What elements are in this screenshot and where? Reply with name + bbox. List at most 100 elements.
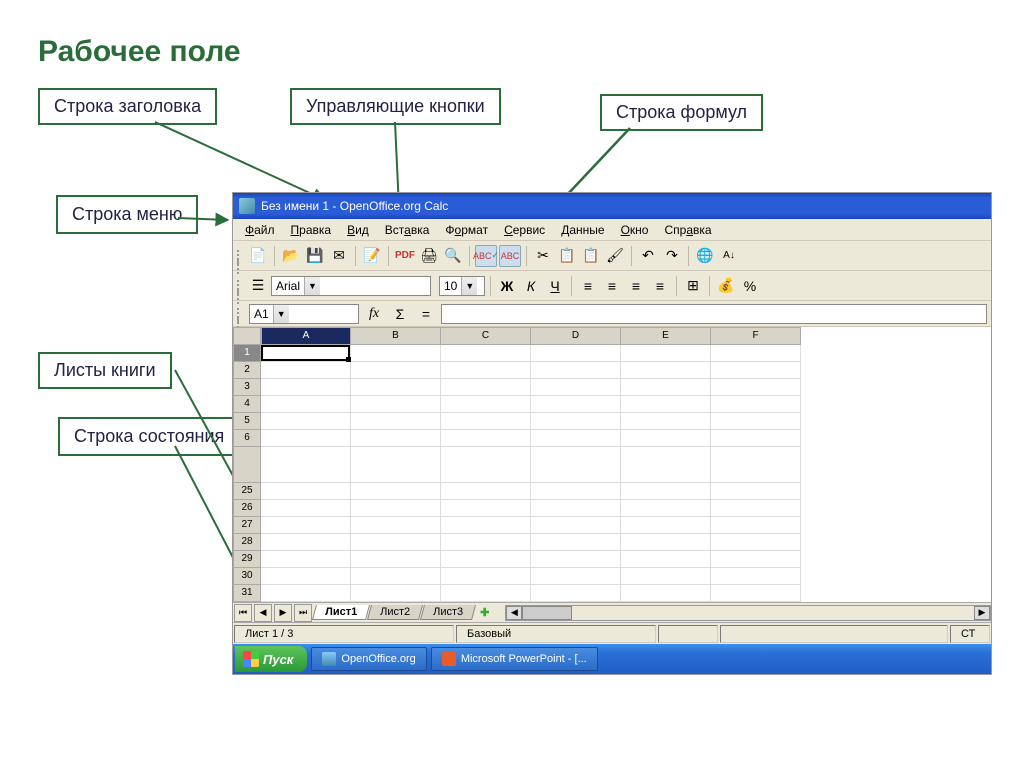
autospell-button[interactable]: ABC — [499, 245, 521, 267]
label-formula-bar: Строка формул — [600, 94, 763, 131]
sheet-tab[interactable]: Лист3 — [420, 605, 476, 620]
font-name-dropdown[interactable]: Arial ▼ — [271, 276, 431, 296]
open-button[interactable]: 📂 — [280, 245, 302, 267]
window-title: Без имени 1 - OpenOffice.org Calc — [261, 199, 448, 213]
label-titlebar: Строка заголовка — [38, 88, 217, 125]
app-window: Без имени 1 - OpenOffice.org Calc Файл П… — [232, 192, 992, 675]
status-empty — [658, 625, 718, 643]
scroll-thumb[interactable] — [522, 606, 572, 620]
sort-button[interactable]: A↓ — [718, 245, 740, 267]
status-mode: Базовый — [456, 625, 656, 643]
title-bar[interactable]: Без имени 1 - OpenOffice.org Calc — [233, 193, 991, 219]
row-header[interactable]: 27 — [233, 517, 261, 534]
paste-button[interactable]: 📋 — [580, 245, 602, 267]
align-right-button[interactable]: ≡ — [625, 275, 647, 297]
toolbar-grip-icon[interactable] — [237, 246, 243, 266]
tab-last-button[interactable]: ⏭ — [294, 604, 312, 622]
menu-tools[interactable]: Сервис — [496, 221, 553, 239]
fill-handle-icon[interactable] — [346, 357, 351, 362]
row-header[interactable]: 29 — [233, 551, 261, 568]
menu-help[interactable]: Справка — [656, 221, 719, 239]
font-size-dropdown[interactable]: 10 ▼ — [439, 276, 485, 296]
select-all-corner[interactable] — [233, 327, 261, 345]
menu-file[interactable]: Файл — [237, 221, 283, 239]
edit-button[interactable]: 📝 — [361, 245, 383, 267]
menu-data[interactable]: Данные — [553, 221, 612, 239]
name-box[interactable]: A1 ▼ — [249, 304, 359, 324]
undo-button[interactable]: ↶ — [637, 245, 659, 267]
column-header[interactable]: E — [621, 327, 711, 345]
taskbar: Пуск OpenOffice.org Microsoft PowerPoint… — [233, 644, 991, 674]
preview-button[interactable]: 🔍 — [442, 245, 464, 267]
redo-button[interactable]: ↷ — [661, 245, 683, 267]
formula-input[interactable] — [441, 304, 987, 324]
toolbar-grip-icon[interactable] — [237, 276, 243, 296]
row-header[interactable]: 2 — [233, 362, 261, 379]
row-header[interactable]: 31 — [233, 585, 261, 602]
save-button[interactable]: 💾 — [304, 245, 326, 267]
menu-edit[interactable]: Правка — [283, 221, 340, 239]
row-header[interactable]: 26 — [233, 500, 261, 517]
merge-cells-button[interactable]: ⊞ — [682, 275, 704, 297]
start-button[interactable]: Пуск — [235, 646, 307, 672]
format-paint-button[interactable]: 🖌 — [604, 245, 626, 267]
tab-next-button[interactable]: ▶ — [274, 604, 292, 622]
formatting-toolbar: ☰ Arial ▼ 10 ▼ Ж К Ч ≡ ≡ ≡ ≡ ⊞ 💰 % — [233, 271, 991, 301]
sheet-tab[interactable]: Лист1 — [312, 605, 370, 620]
menu-insert[interactable]: Вставка — [377, 221, 438, 239]
row-header[interactable]: 5 — [233, 413, 261, 430]
hyperlink-button[interactable]: 🌐 — [694, 245, 716, 267]
menu-bar: Файл Правка Вид Вставка Формат Сервис Да… — [233, 219, 991, 241]
cut-button[interactable]: ✂ — [532, 245, 554, 267]
sheet-tab[interactable]: Лист2 — [367, 605, 423, 620]
scroll-left-button[interactable]: ◀ — [506, 606, 522, 620]
scroll-right-button[interactable]: ▶ — [974, 606, 990, 620]
copy-button[interactable]: 📋 — [556, 245, 578, 267]
styles-button[interactable]: ☰ — [247, 275, 269, 297]
sum-button[interactable]: Σ — [389, 303, 411, 325]
underline-button[interactable]: Ч — [544, 275, 566, 297]
row-header[interactable]: 3 — [233, 379, 261, 396]
column-header[interactable]: D — [531, 327, 621, 345]
percent-button[interactable]: % — [739, 275, 761, 297]
row-header[interactable]: 30 — [233, 568, 261, 585]
status-bar: Лист 1 / 3 Базовый СТ — [233, 622, 991, 644]
spellcheck-button[interactable]: ABC✓ — [475, 245, 497, 267]
add-sheet-button[interactable]: ✚ — [474, 606, 495, 619]
label-status-bar: Строка состояния — [58, 417, 240, 456]
row-header[interactable]: 4 — [233, 396, 261, 413]
toolbar-grip-icon[interactable] — [237, 304, 243, 324]
equals-button[interactable]: = — [415, 303, 437, 325]
row-header[interactable]: 28 — [233, 534, 261, 551]
tab-first-button[interactable]: ⏮ — [234, 604, 252, 622]
horizontal-scrollbar[interactable]: ◀ ▶ — [505, 605, 991, 621]
bold-button[interactable]: Ж — [496, 275, 518, 297]
menu-view[interactable]: Вид — [339, 221, 377, 239]
pdf-button[interactable]: PDF — [394, 245, 416, 267]
tab-prev-button[interactable]: ◀ — [254, 604, 272, 622]
print-button[interactable]: 🖨 — [418, 245, 440, 267]
align-center-button[interactable]: ≡ — [601, 275, 623, 297]
column-header[interactable]: A — [261, 327, 351, 345]
function-wizard-button[interactable]: fx — [363, 303, 385, 325]
chevron-down-icon: ▼ — [304, 277, 320, 295]
row-header[interactable]: 1 — [233, 345, 261, 362]
taskbar-task[interactable]: Microsoft PowerPoint - [... — [431, 647, 598, 671]
row-header[interactable]: 6 — [233, 430, 261, 447]
currency-button[interactable]: 💰 — [715, 275, 737, 297]
column-header[interactable]: C — [441, 327, 531, 345]
italic-button[interactable]: К — [520, 275, 542, 297]
sheet-tabs-bar: ⏮ ◀ ▶ ⏭ Лист1 Лист2 Лист3 ✚ ◀ ▶ — [233, 602, 991, 622]
label-menu-bar: Строка меню — [56, 195, 198, 234]
align-left-button[interactable]: ≡ — [577, 275, 599, 297]
taskbar-task[interactable]: OpenOffice.org — [311, 647, 426, 671]
active-cell-cursor[interactable] — [261, 345, 350, 361]
column-header[interactable]: F — [711, 327, 801, 345]
row-header[interactable]: 25 — [233, 483, 261, 500]
align-justify-button[interactable]: ≡ — [649, 275, 671, 297]
menu-window[interactable]: Окно — [613, 221, 657, 239]
column-header[interactable]: B — [351, 327, 441, 345]
email-button[interactable]: ✉ — [328, 245, 350, 267]
new-doc-button[interactable]: 📄 — [247, 245, 269, 267]
menu-format[interactable]: Формат — [437, 221, 496, 239]
